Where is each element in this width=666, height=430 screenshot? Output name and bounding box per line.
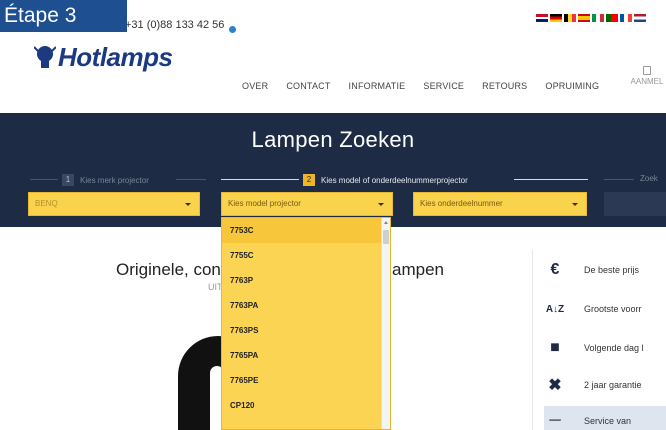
feature-divider (532, 250, 533, 430)
feature-service[interactable]: ─ Service van (544, 406, 666, 430)
sort-az-icon: A↓Z (545, 303, 565, 315)
nav-contact[interactable]: CONTACT (286, 81, 330, 91)
nav-service[interactable]: SERVICE (423, 81, 464, 91)
account-label: AANMEL (630, 77, 664, 86)
list-item[interactable]: CP120 (222, 393, 390, 418)
truck-icon: ■ (550, 339, 560, 356)
list-item[interactable]: 7755C (222, 243, 390, 268)
dropdown-scrollbar[interactable] (381, 218, 390, 429)
feature-price: € De beste prijs (544, 252, 666, 288)
chevron-down-icon (185, 203, 191, 206)
account-link[interactable]: AANMEL (628, 66, 666, 86)
scroll-up-icon[interactable] (384, 221, 388, 224)
divider-line (30, 179, 58, 180)
brand-select[interactable]: BENQ (28, 192, 200, 216)
chevron-down-icon (572, 203, 578, 206)
feature-label: Service van (584, 416, 632, 426)
flag-it-icon[interactable] (592, 14, 604, 22)
model-select[interactable]: Kies model projector (221, 192, 393, 216)
top-bar: Étape 3 +31 (0)88 133 42 56 (0, 0, 666, 36)
logo[interactable]: Hotlamps (34, 42, 173, 73)
step3-label: Zoek (640, 174, 658, 183)
step3-text: Zoek (640, 174, 658, 183)
flag-de-icon[interactable] (550, 14, 562, 22)
list-item[interactable]: 7765PA (222, 343, 390, 368)
page-headline: Originele, con (116, 260, 221, 279)
search-field[interactable] (604, 192, 666, 216)
step-badge: Étape 3 (0, 0, 127, 32)
feature-label: Grootste voorr (584, 304, 642, 314)
feature-delivery: ■ Volgende dag l (544, 330, 666, 366)
divider-line (221, 179, 299, 180)
divider-line (176, 179, 206, 180)
feature-stock: A↓Z Grootste voorr (544, 291, 666, 327)
skype-icon[interactable] (229, 26, 236, 33)
list-item[interactable]: 7765PE (222, 368, 390, 393)
divider-line (604, 179, 634, 180)
nav-retours[interactable]: RETOURS (482, 81, 527, 91)
flag-es-icon[interactable] (578, 14, 590, 22)
nav-over[interactable]: OVER (242, 81, 268, 91)
nav-informatie[interactable]: INFORMATIE (349, 81, 406, 91)
part-select[interactable]: Kies onderdeelnummer (413, 192, 587, 216)
service-icon: ─ (549, 412, 561, 429)
feature-warranty: ✖ 2 jaar garantie (544, 367, 666, 403)
logo-text: Hotlamps (58, 42, 173, 72)
tools-icon: ✖ (548, 377, 562, 394)
feature-label: 2 jaar garantie (584, 380, 642, 390)
flag-uk-icon[interactable] (536, 14, 548, 22)
step1-text: Kies merk projector (80, 175, 149, 185)
model-dropdown-list[interactable]: 7753C 7755C 7763P 7763PA 7763PS 7765PA 7… (221, 217, 391, 430)
step2-text: Kies model of onderdeelnummerprojector (321, 175, 468, 185)
list-item[interactable]: 7753C (222, 218, 390, 243)
language-flags (536, 14, 646, 22)
feature-label: De beste prijs (584, 265, 640, 275)
list-item[interactable]: 7763PS (222, 318, 390, 343)
flag-fr-icon[interactable] (620, 14, 632, 22)
lock-icon (643, 66, 651, 75)
divider-line (514, 179, 588, 180)
main-nav: OVER CONTACT INFORMATIE SERVICE RETOURS … (242, 81, 617, 91)
bulb-logo-icon (34, 45, 56, 68)
feature-label: Volgende dag l (584, 343, 644, 353)
step1-number: 1 (62, 174, 74, 186)
nav-opruiming[interactable]: OPRUIMING (545, 81, 599, 91)
search-title: Lampen Zoeken (251, 127, 415, 152)
part-select-value: Kies onderdeelnummer (420, 199, 503, 208)
list-item[interactable]: 7763P (222, 268, 390, 293)
step2-label: 2 Kies model of onderdeelnummerprojector (303, 174, 468, 186)
euro-icon: € (550, 261, 560, 278)
model-select-value: Kies model projector (228, 199, 301, 208)
flag-pt-icon[interactable] (606, 14, 618, 22)
phone-number[interactable]: +31 (0)88 133 42 56 (125, 19, 224, 31)
chevron-down-icon (378, 203, 384, 206)
flag-be-icon[interactable] (564, 14, 576, 22)
list-item[interactable]: 7763PA (222, 293, 390, 318)
brand-select-value: BENQ (35, 199, 58, 208)
scroll-thumb[interactable] (383, 230, 389, 244)
flag-nl-icon[interactable] (634, 14, 646, 22)
step2-number: 2 (303, 174, 315, 186)
page-headline-tail: ampen (392, 260, 444, 279)
step1-label: 1 Kies merk projector (62, 174, 149, 186)
